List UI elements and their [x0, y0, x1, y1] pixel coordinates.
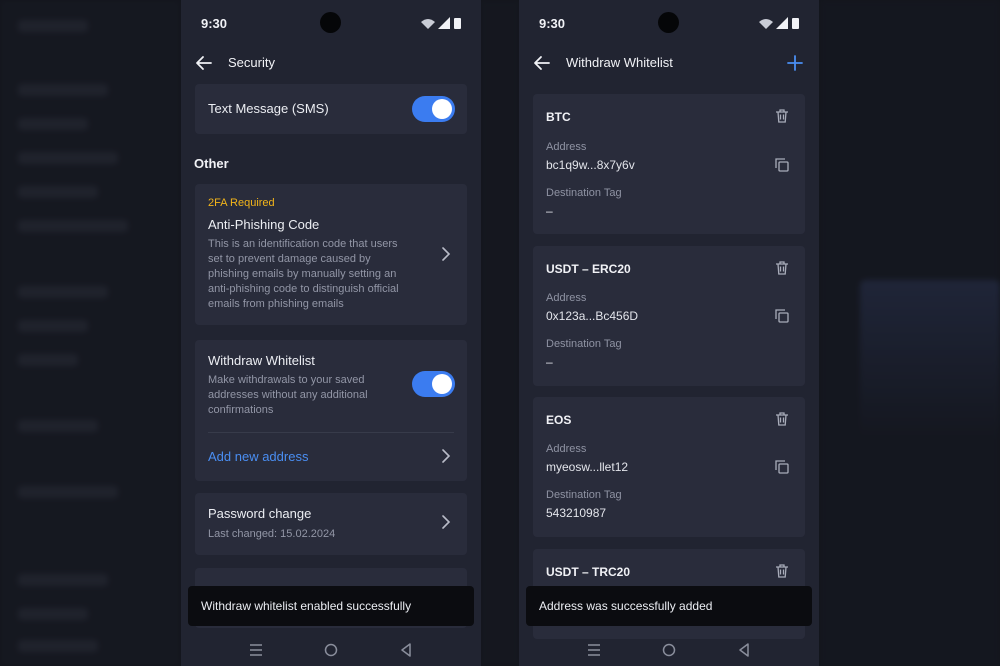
add-new-address-link[interactable]: Add new address	[208, 449, 308, 464]
back-arrow-icon[interactable]	[533, 54, 551, 72]
sms-setting-row: Text Message (SMS)	[195, 84, 467, 134]
whitelist-entry: USDT – ERC20 Address 0x123a...Bc456D Des…	[533, 246, 805, 386]
signal-battery-icon	[421, 17, 461, 29]
2fa-required-badge: 2FA Required	[208, 197, 275, 209]
entry-address: 0x123a...Bc456D	[546, 309, 639, 323]
destination-tag-label: Destination Tag	[546, 489, 622, 501]
entry-destination-tag: –	[546, 204, 553, 218]
address-label: Address	[546, 292, 587, 304]
withdraw-whitelist-screen: 9:30 Withdraw Whitelist BTC Address bc1q…	[519, 0, 819, 666]
entry-coin: EOS	[546, 413, 572, 427]
copy-icon[interactable]	[775, 460, 789, 474]
entry-coin: USDT – ERC20	[546, 262, 631, 276]
password-change-title: Password change	[208, 506, 312, 521]
trash-icon[interactable]	[775, 261, 789, 275]
entry-address: myeosw...llet12	[546, 460, 629, 474]
background-chart	[860, 280, 1000, 440]
menu-icon[interactable]	[586, 642, 602, 658]
entry-destination-tag: 543210987	[546, 506, 607, 520]
back-arrow-icon[interactable]	[195, 54, 213, 72]
divider	[208, 432, 454, 433]
status-time: 9:30	[539, 16, 566, 31]
signal-battery-icon	[759, 17, 799, 29]
trash-icon[interactable]	[775, 412, 789, 426]
status-bar: 9:30	[519, 0, 819, 44]
chevron-right-icon[interactable]	[441, 247, 451, 261]
anti-phishing-row[interactable]: 2FA Required Anti-Phishing Code This is …	[195, 184, 467, 325]
destination-tag-label: Destination Tag	[546, 187, 622, 199]
app-bar: Withdraw Whitelist	[519, 46, 819, 80]
section-heading-other: Other	[194, 156, 229, 171]
whitelist-entry: BTC Address bc1q9w...8x7y6v Destination …	[533, 94, 805, 234]
home-circle-icon[interactable]	[661, 642, 677, 658]
page-title: Withdraw Whitelist	[566, 55, 673, 70]
password-last-changed: Last changed: 15.02.2024	[208, 528, 336, 540]
status-bar: 9:30	[181, 0, 481, 44]
menu-icon[interactable]	[248, 642, 264, 658]
success-toast: Address was successfully added	[526, 586, 812, 626]
background-sidebar	[0, 0, 180, 666]
copy-icon[interactable]	[775, 158, 789, 172]
withdraw-whitelist-row: Withdraw Whitelist Make withdrawals to y…	[195, 340, 467, 481]
entry-coin: BTC	[546, 110, 571, 124]
entry-coin: USDT – TRC20	[546, 565, 631, 579]
app-bar: Security	[181, 46, 481, 80]
withdraw-whitelist-title: Withdraw Whitelist	[208, 353, 315, 368]
entry-address: bc1q9w...8x7y6v	[546, 158, 635, 172]
home-circle-icon[interactable]	[323, 642, 339, 658]
password-change-row[interactable]: Password change Last changed: 15.02.2024	[195, 493, 467, 555]
withdraw-whitelist-description: Make withdrawals to your saved addresses…	[208, 374, 368, 416]
system-nav-bar	[519, 634, 819, 666]
anti-phishing-title: Anti-Phishing Code	[208, 217, 320, 232]
back-triangle-icon[interactable]	[736, 642, 752, 658]
whitelist-entry: EOS Address myeosw...llet12 Destination …	[533, 397, 805, 537]
sms-toggle[interactable]	[412, 96, 455, 122]
destination-tag-label: Destination Tag	[546, 338, 622, 350]
entry-destination-tag: –	[546, 355, 553, 369]
camera-cutout	[658, 12, 679, 33]
address-label: Address	[546, 141, 587, 153]
status-time: 9:30	[201, 16, 228, 31]
copy-icon[interactable]	[775, 309, 789, 323]
page-title: Security	[228, 55, 275, 70]
trash-icon[interactable]	[775, 564, 789, 578]
chevron-right-icon[interactable]	[441, 515, 451, 529]
background-desktop	[0, 0, 1000, 666]
trash-icon[interactable]	[775, 109, 789, 123]
sms-label: Text Message (SMS)	[208, 101, 329, 116]
security-screen: 9:30 Security Text Message (SMS) Other 2…	[181, 0, 481, 666]
add-plus-icon[interactable]	[786, 54, 804, 72]
chevron-right-icon[interactable]	[441, 449, 451, 463]
camera-cutout	[320, 12, 341, 33]
back-triangle-icon[interactable]	[398, 642, 414, 658]
system-nav-bar	[181, 634, 481, 666]
address-label: Address	[546, 443, 587, 455]
withdraw-whitelist-toggle[interactable]	[412, 371, 455, 397]
success-toast: Withdraw whitelist enabled successfully	[188, 586, 474, 626]
anti-phishing-description: This is an identification code that user…	[208, 238, 399, 310]
